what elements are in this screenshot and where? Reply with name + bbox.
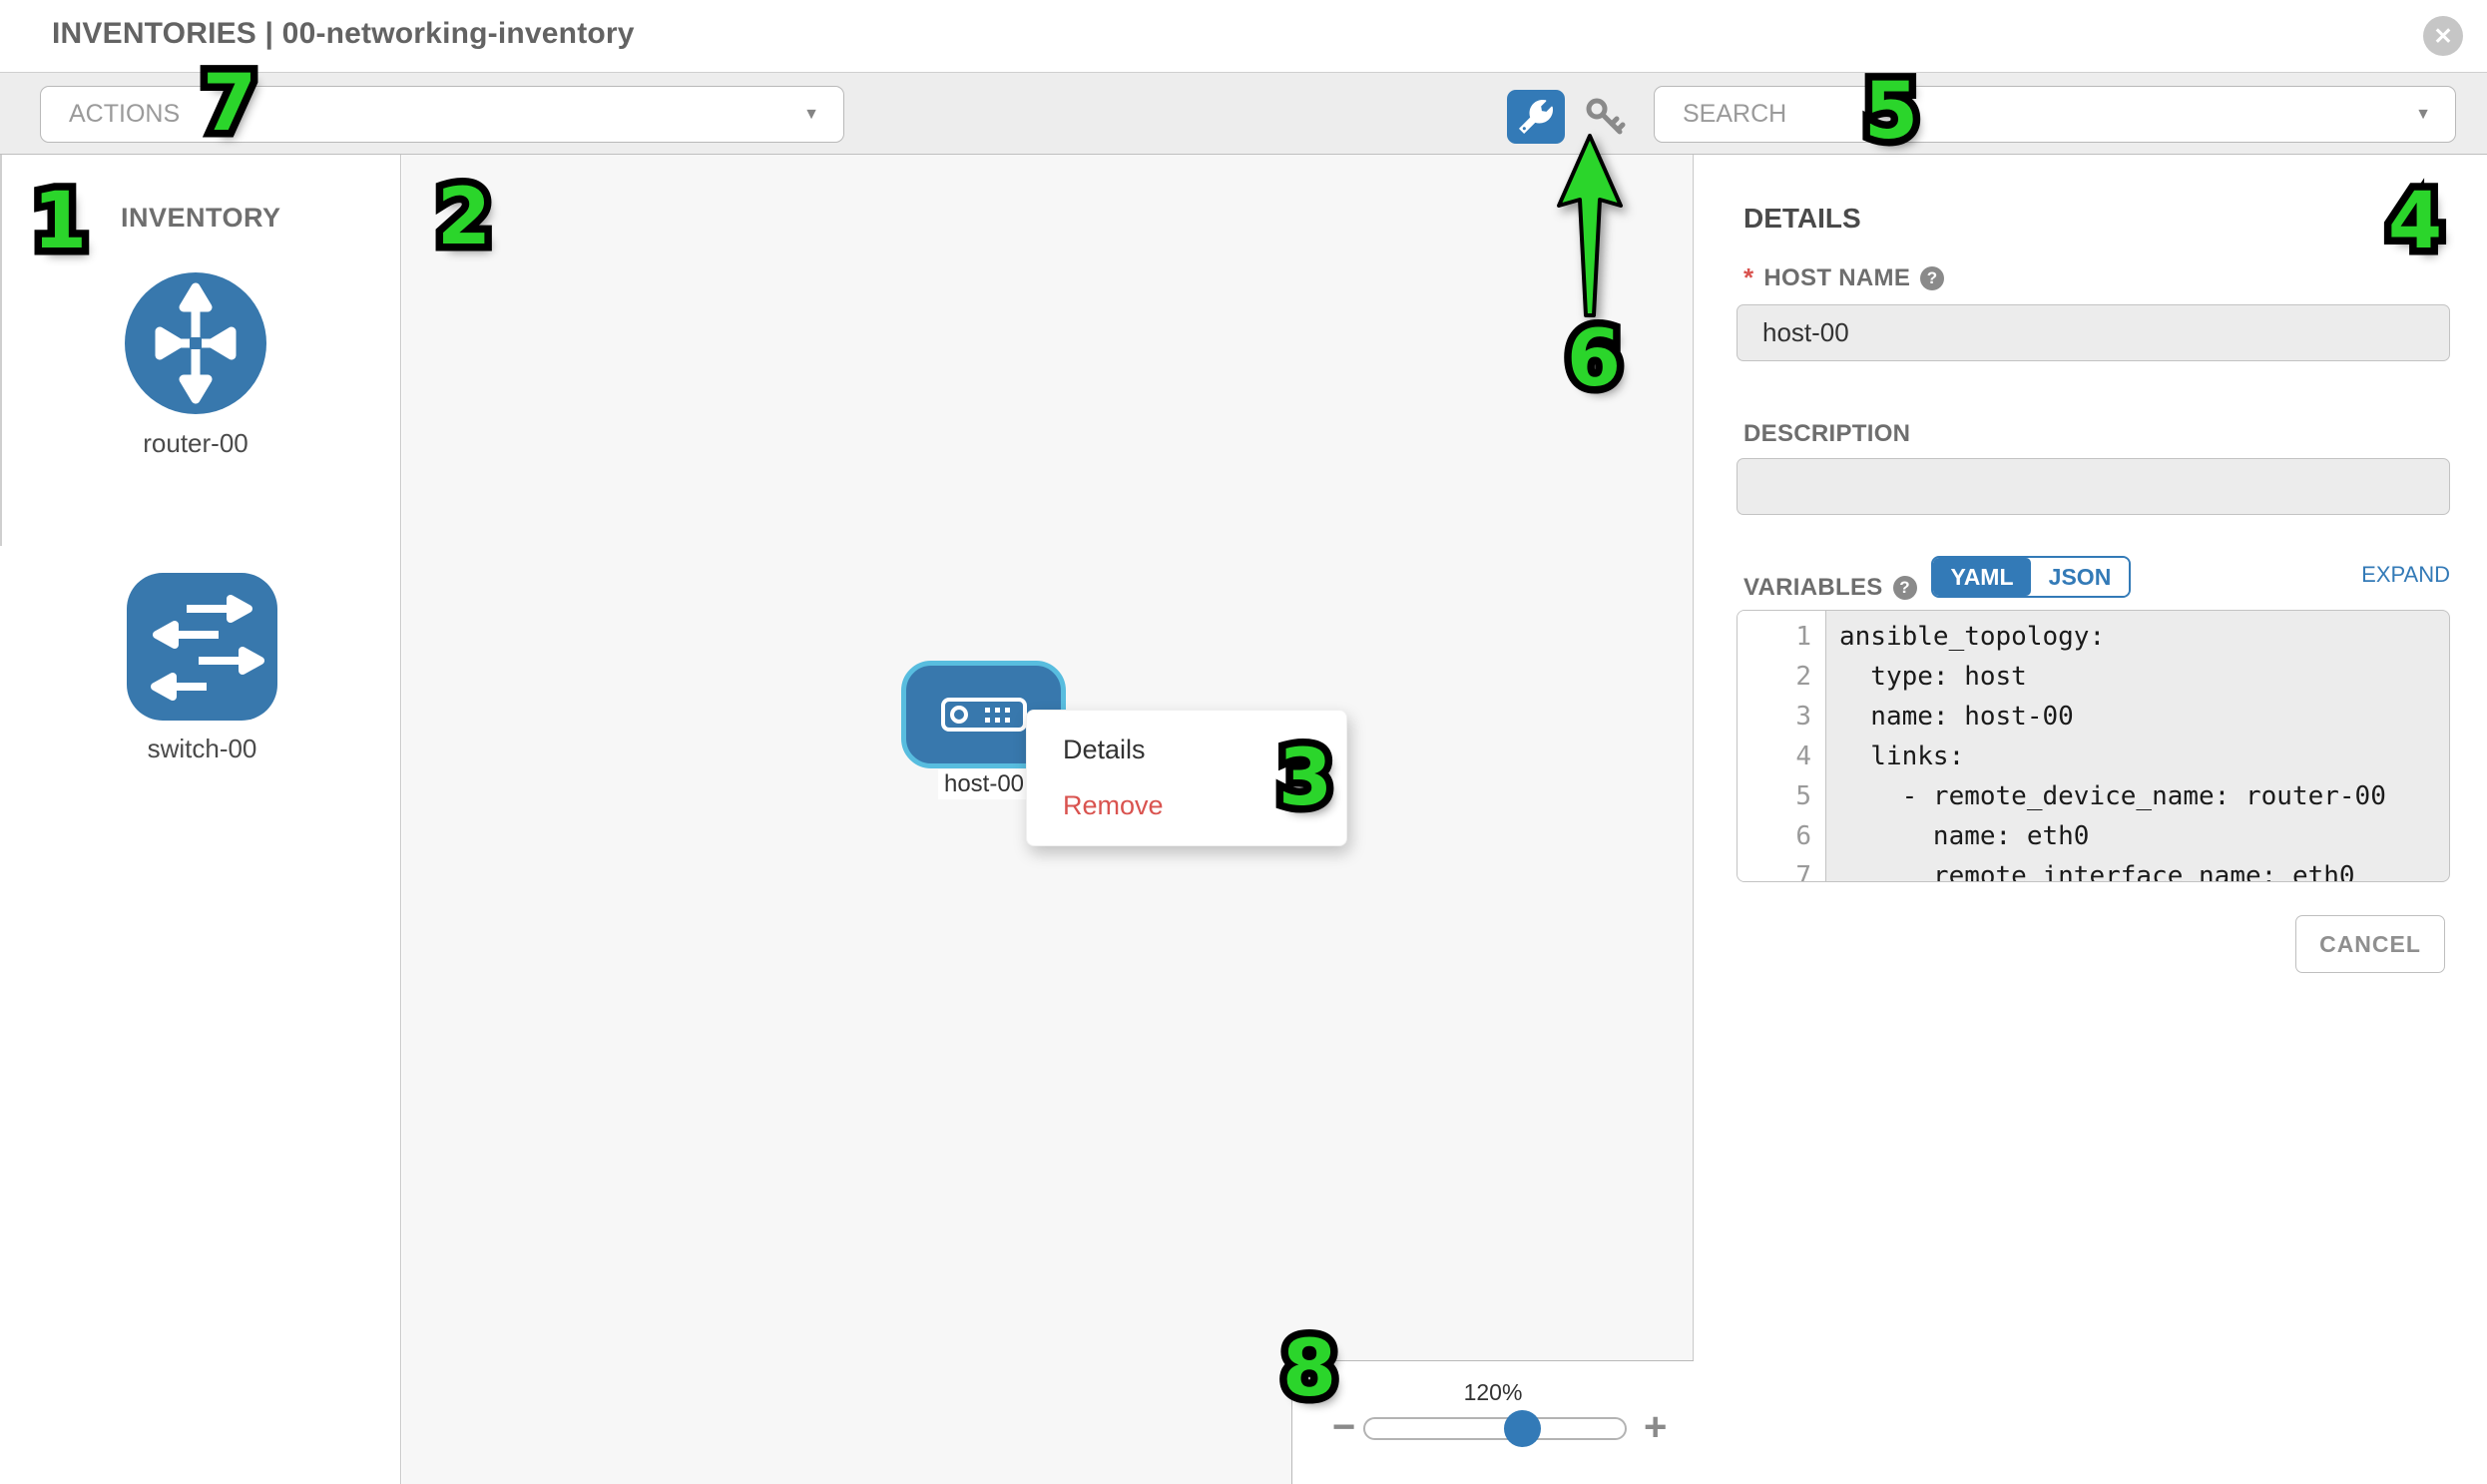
line-number: 6 (1738, 816, 1825, 856)
toolbox-title: INVENTORY (121, 203, 281, 234)
chevron-down-icon: ▼ (2415, 106, 2431, 124)
host-name-input[interactable]: host-00 (1737, 304, 2450, 361)
code-row: 7 remote_interface_name: eth0 (1738, 856, 2449, 882)
line-number: 5 (1738, 776, 1825, 816)
zoom-level-label: 120% (1292, 1379, 1694, 1406)
close-icon: ✕ (2433, 23, 2452, 50)
sidebar-item-label: switch-00 (127, 734, 277, 764)
line-number: 1 (1738, 617, 1825, 657)
router-icon (124, 271, 267, 415)
details-panel: DETAILS * HOST NAME ? host-00 DESCRIPTIO… (1695, 155, 2487, 1484)
question-circle-icon: ? (1920, 266, 1944, 290)
code-row: 3 name: host-00 (1738, 697, 2449, 737)
host-name-label-row: * HOST NAME ? (1743, 262, 1944, 293)
search-dropdown[interactable]: SEARCH ▼ (1654, 86, 2456, 143)
zoom-out-button[interactable]: − (1332, 1407, 1355, 1447)
code-row: 4 links: (1738, 737, 2449, 776)
code-row: 2 type: host (1738, 657, 2449, 697)
cancel-button[interactable]: CANCEL (2295, 915, 2445, 973)
toggle-yaml[interactable]: YAML (1933, 558, 2031, 596)
host-icon (941, 698, 1027, 732)
details-panel-title: DETAILS (1743, 203, 1861, 235)
code-line: type: host (1825, 657, 2027, 697)
line-number: 7 (1738, 856, 1825, 882)
menu-item-remove[interactable]: Remove (1063, 790, 1346, 821)
inventory-toolbox: INVENTORY router-00 (0, 155, 401, 1484)
switch-icon (127, 573, 277, 721)
code-line: name: host-00 (1825, 697, 2074, 737)
editor-code: 1 ansible_topology: 2 type: host 3 name:… (1738, 617, 2449, 882)
app-root: INVENTORIES | 00-networking-inventory ✕ … (0, 0, 2487, 1484)
code-line: ansible_topology: (1825, 617, 2105, 657)
line-number: 4 (1738, 737, 1825, 776)
line-number: 3 (1738, 697, 1825, 737)
code-row: 5 - remote_device_name: router-00 (1738, 776, 2449, 816)
code-row: 6 name: eth0 (1738, 816, 2449, 856)
description-label: DESCRIPTION (1743, 420, 1910, 448)
variables-label-row: VARIABLES ? (1743, 574, 1917, 602)
close-button[interactable]: ✕ (2423, 16, 2463, 56)
code-line: links: (1825, 737, 1964, 776)
topology-canvas[interactable]: host-00 Details Remove 120% − + (402, 155, 1694, 1484)
wrench-icon (1519, 100, 1553, 134)
sidebar-item-label: router-00 (124, 428, 267, 459)
toggle-json[interactable]: JSON (2031, 558, 2129, 596)
question-circle-icon: ? (1893, 576, 1917, 600)
toolbox-edge-divider (0, 155, 2, 546)
context-menu: Details Remove (1026, 710, 1347, 846)
chevron-down-icon: ▼ (803, 106, 819, 124)
host-name-label: HOST NAME (1763, 264, 1910, 292)
toolbar: ACTIONS ▼ SEARCH ▼ (0, 72, 2487, 155)
credentials-button[interactable] (1581, 93, 1629, 141)
zoom-panel: 120% − + (1291, 1360, 1694, 1484)
code-line: remote_interface_name: eth0 (1825, 856, 2355, 882)
menu-item-details[interactable]: Details (1063, 735, 1346, 765)
actions-dropdown-label: ACTIONS (69, 100, 180, 129)
code-line: - remote_device_name: router-00 (1825, 776, 2386, 816)
variables-editor[interactable]: 1 ansible_topology: 2 type: host 3 name:… (1737, 610, 2450, 882)
host-node-label: host-00 (938, 769, 1030, 799)
line-number: 2 (1738, 657, 1825, 697)
actions-dropdown[interactable]: ACTIONS ▼ (40, 86, 844, 143)
breadcrumb: INVENTORIES | 00-networking-inventory (52, 17, 635, 51)
description-label-row: DESCRIPTION (1743, 420, 1910, 448)
search-dropdown-label: SEARCH (1683, 100, 1786, 129)
description-input[interactable] (1737, 458, 2450, 515)
zoom-in-button[interactable]: + (1644, 1407, 1667, 1447)
variables-label: VARIABLES (1743, 574, 1883, 602)
sidebar-item-switch[interactable]: switch-00 (127, 573, 277, 764)
zoom-slider-track[interactable] (1363, 1417, 1627, 1440)
code-line: name: eth0 (1825, 816, 2089, 856)
sidebar-item-router[interactable]: router-00 (124, 271, 267, 459)
header: INVENTORIES | 00-networking-inventory ✕ (0, 0, 2487, 72)
key-icon (1583, 95, 1627, 139)
zoom-slider-knob[interactable] (1504, 1410, 1541, 1447)
expand-link[interactable]: EXPAND (2290, 562, 2450, 588)
required-asterisk: * (1743, 262, 1753, 293)
variables-format-toggle: YAML JSON (1931, 556, 2131, 598)
code-row: 1 ansible_topology: (1738, 617, 2449, 657)
tools-button[interactable] (1507, 90, 1565, 144)
